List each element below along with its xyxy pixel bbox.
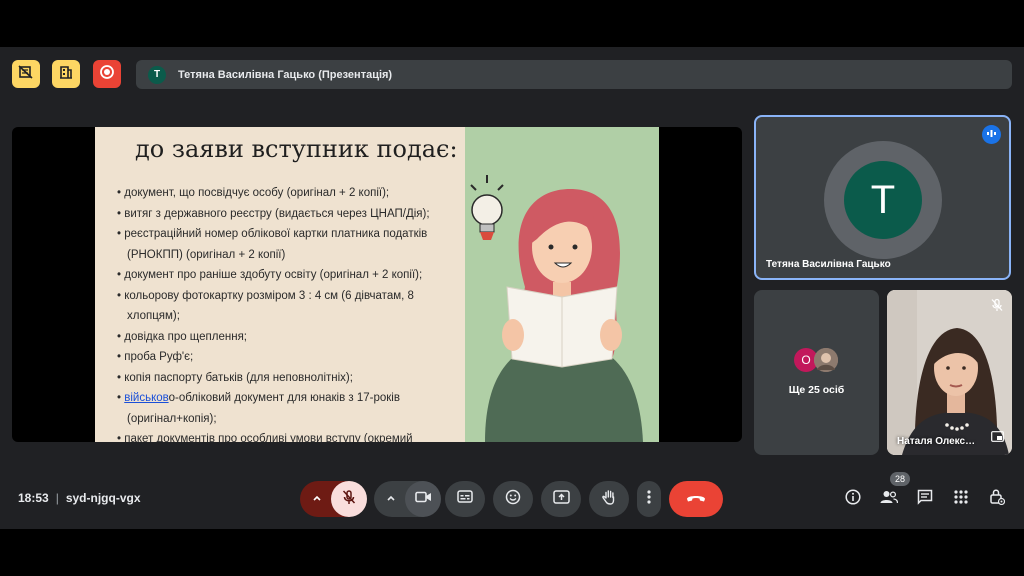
others-count-label: Ще 25 осіб [788, 384, 845, 396]
meet-window: T Тетяна Василівна Гацько (Презентація) … [0, 47, 1024, 529]
mic-options-button[interactable] [300, 481, 333, 517]
slide-bullet: довідка про щеплення; [117, 327, 462, 348]
presentation-title-bar: T Тетяна Василівна Гацько (Презентація) [136, 60, 1012, 89]
activities-button[interactable] [947, 485, 975, 513]
record-icon [99, 64, 115, 85]
camera-options-button[interactable] [374, 481, 407, 517]
pin-button[interactable] [991, 429, 1004, 447]
mic-toggle-button[interactable] [331, 481, 367, 517]
camera-group [374, 481, 441, 517]
participant-tile-others[interactable]: O Ще 25 осіб [754, 290, 879, 455]
control-bar: 18:53 | syd-njgq-vgx 28 [0, 472, 1024, 521]
info-icon [845, 488, 861, 510]
hangup-icon [686, 490, 706, 508]
slide-title: до заяви вступник подає: [135, 135, 458, 163]
chat-button[interactable] [911, 485, 939, 513]
speaking-icon [986, 126, 997, 144]
emoji-icon [505, 489, 521, 510]
presentation-title: Тетяна Василівна Гацько (Презентація) [178, 68, 393, 81]
slide-bullet: пакет документів про особливі умови всту… [117, 429, 462, 442]
slide-text-panel: до заяви вступник подає: документ, що по… [95, 127, 465, 442]
captions-icon [457, 490, 473, 508]
meeting-time: 18:53 [18, 491, 49, 505]
slide: до заяви вступник подає: документ, що по… [95, 127, 659, 442]
avatar-ring: T [824, 141, 942, 259]
raise-hand-button[interactable] [589, 481, 629, 517]
mic-off-icon [341, 489, 357, 510]
meeting-info: 18:53 | syd-njgq-vgx [18, 491, 141, 505]
people-icon [880, 490, 899, 509]
participant-name: Тетяна Василівна Гацько [766, 259, 891, 270]
slide-bullet: проба Руф'є; [117, 347, 462, 368]
slide-illustration-panel [465, 127, 659, 442]
meeting-separator: | [55, 491, 59, 505]
speaking-indicator [982, 125, 1001, 144]
slide-bullet: витяг з державного реєстру (видається че… [117, 204, 462, 225]
chevron-up-icon [386, 490, 396, 508]
more-icon [647, 489, 651, 509]
camera-icon [414, 490, 432, 509]
slide-bullet: реєстраційний номер облікової картки пла… [117, 224, 462, 265]
lightbulb-icon [470, 175, 504, 240]
mic-off-icon [990, 298, 1004, 316]
hand-icon [601, 489, 617, 510]
presenter-avatar: T [148, 65, 166, 84]
meeting-code: syd-njgq-vgx [65, 491, 141, 505]
camera-blocked-button[interactable] [12, 60, 40, 88]
host-controls-button[interactable] [983, 485, 1011, 513]
chat-icon [917, 489, 933, 510]
meeting-details-button[interactable] [839, 485, 867, 513]
slide-bullet: копія паспорту батьків (для неповнолітні… [117, 368, 462, 389]
host-controls-icon [989, 488, 1006, 510]
present-icon [552, 489, 570, 509]
people-button[interactable] [875, 485, 903, 513]
workspace-button[interactable] [52, 60, 80, 88]
slide-bullet: документ про раніше здобуту освіту (ориг… [117, 265, 462, 286]
muted-indicator [990, 298, 1004, 317]
slide-bullet: кольорову фотокартку розміром 3 : 4 см (… [117, 286, 462, 327]
more-options-button[interactable] [637, 481, 661, 517]
people-count-badge: 28 [890, 472, 910, 486]
slide-link[interactable]: військов [124, 392, 168, 404]
mic-group [300, 481, 367, 517]
presentation-stage[interactable]: до заяви вступник подає: документ, що по… [12, 127, 742, 442]
girl-reading-illustration [470, 175, 643, 442]
camera-toggle-button[interactable] [405, 481, 441, 517]
leave-call-button[interactable] [669, 481, 723, 517]
chevron-up-icon [312, 490, 322, 508]
activities-icon [954, 489, 968, 509]
slide-bullet: військово-обліковий документ для юнаків … [117, 388, 462, 429]
participant-name: Наталя Олекс… [897, 436, 976, 447]
participant-tile-main[interactable]: T Тетяна Василівна Гацько [754, 115, 1011, 280]
picture-in-picture-icon [991, 429, 1004, 446]
building-icon [58, 64, 74, 85]
participant-tile-video[interactable]: Наталя Олекс… [887, 290, 1012, 455]
avatar-photo [814, 348, 838, 372]
no-camera-icon [18, 64, 34, 85]
slide-bullet-text: о-обліковий документ для юнаків з 17-рок… [127, 392, 400, 425]
slide-bullet-list: документ, що посвідчує особу (оригінал +… [117, 183, 462, 442]
others-avatars: O [794, 348, 838, 372]
avatar: T [844, 161, 922, 239]
slide-bullet: документ, що посвідчує особу (оригінал +… [117, 183, 462, 204]
captions-button[interactable] [445, 481, 485, 517]
recording-button[interactable] [93, 60, 121, 88]
reactions-button[interactable] [493, 481, 533, 517]
present-button[interactable] [541, 481, 581, 517]
